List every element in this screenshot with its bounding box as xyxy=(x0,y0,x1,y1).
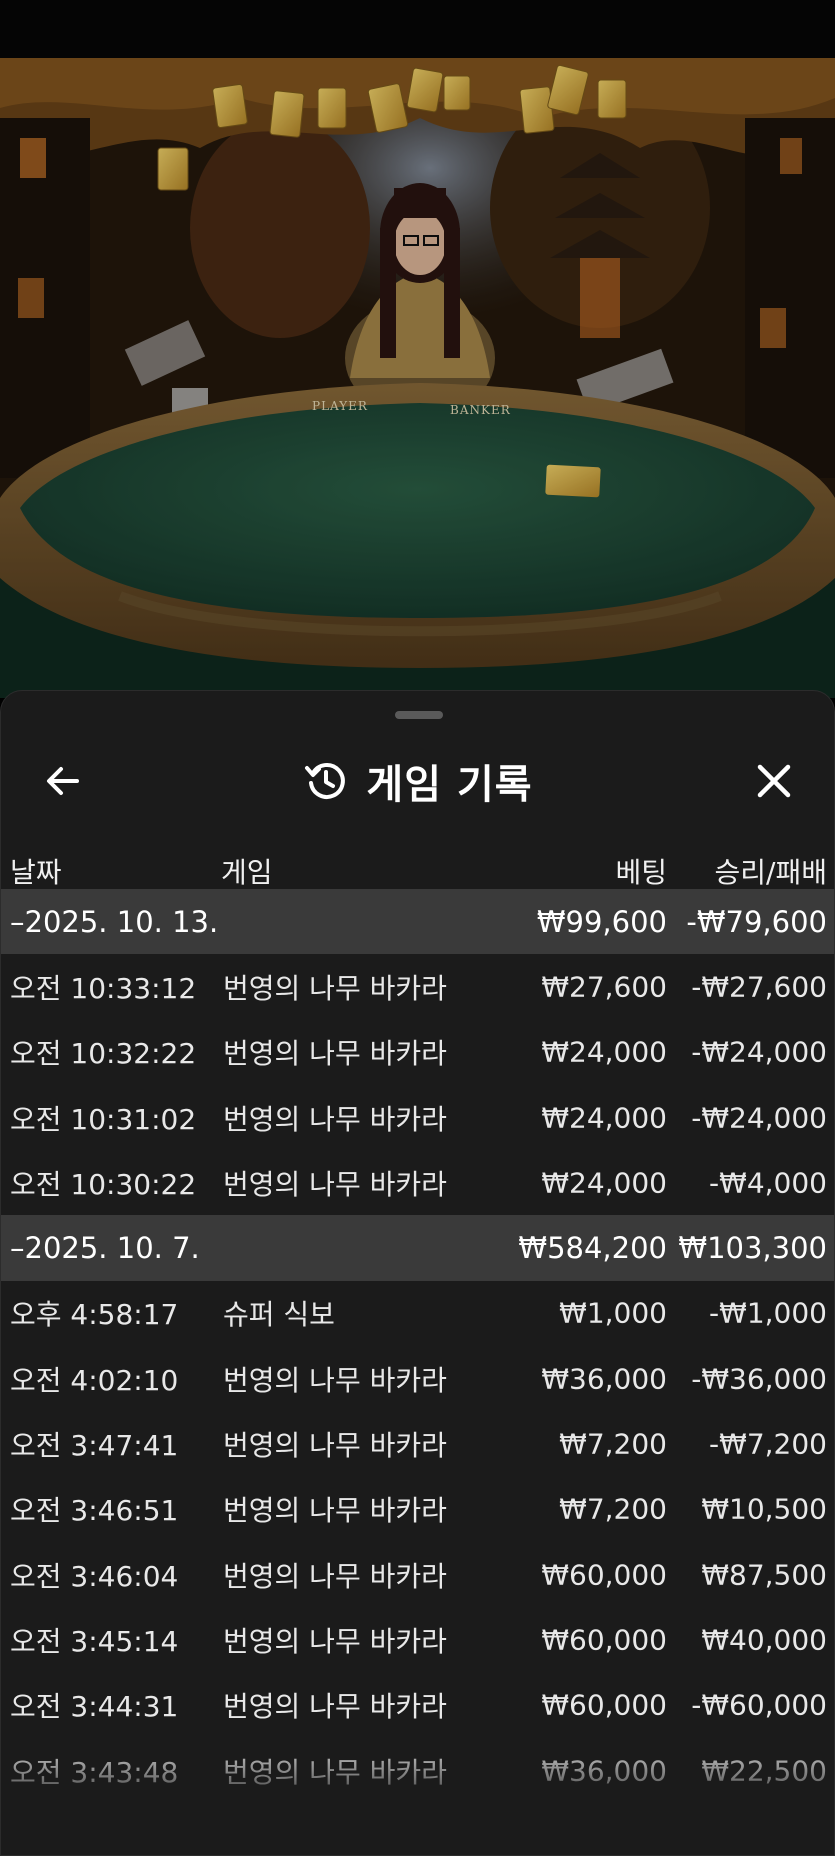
table-row[interactable]: 오전 10:33:12 번영의 나무 바카라 ₩27,600 -₩27,600 xyxy=(1,954,834,1019)
row-result: -₩24,000 xyxy=(691,1101,827,1135)
table-row[interactable]: 오후 4:58:17 슈퍼 식보 ₩1,000 -₩1,000 xyxy=(1,1281,834,1346)
row-result: ₩87,500 xyxy=(701,1558,827,1592)
row-time: 오전 3:46:04 xyxy=(10,1559,179,1593)
row-time: 오후 4:58:17 xyxy=(10,1298,179,1332)
row-result: -₩27,600 xyxy=(691,970,827,1004)
row-result: ₩22,500 xyxy=(701,1754,827,1787)
row-game: 번영의 나무 바카라 xyxy=(223,1559,447,1593)
column-header-result[interactable]: 승리/패배 xyxy=(715,851,827,891)
page-title: 게임 기록 xyxy=(366,762,533,808)
row-bet: ₩7,200 xyxy=(559,1492,667,1526)
row-result: -₩60,000 xyxy=(691,1688,827,1722)
row-bet: ₩27,600 xyxy=(541,970,667,1004)
table-row[interactable]: 오전 10:32:22 번영의 나무 바카라 ₩24,000 -₩24,000 xyxy=(1,1020,834,1085)
row-time: 오전 10:33:12 xyxy=(10,971,197,1005)
row-time: 오전 3:47:41 xyxy=(10,1429,179,1463)
row-game: 번영의 나무 바카라 xyxy=(223,1624,447,1658)
row-game: 번영의 나무 바카라 xyxy=(223,1755,447,1789)
table-row[interactable]: 오전 3:47:41 번영의 나무 바카라 ₩7,200 -₩7,200 xyxy=(1,1411,834,1476)
row-game: 번영의 나무 바카라 xyxy=(223,1037,447,1071)
row-bet: ₩36,000 xyxy=(541,1362,667,1396)
row-game: 번영의 나무 바카라 xyxy=(223,1690,447,1724)
row-result: -₩1,000 xyxy=(709,1296,827,1330)
close-icon xyxy=(757,764,791,798)
column-header-date[interactable]: 날짜 xyxy=(10,851,62,891)
row-bet: ₩36,000 xyxy=(541,1754,667,1787)
sheet-drag-handle[interactable] xyxy=(395,711,443,719)
row-game: 번영의 나무 바카라 xyxy=(223,1363,447,1397)
row-bet: ₩7,200 xyxy=(559,1427,667,1461)
table-row[interactable]: 오전 3:43:48 번영의 나무 바카라 ₩36,000 ₩22,500 xyxy=(1,1738,834,1803)
row-game: 번영의 나무 바카라 xyxy=(223,1167,447,1201)
group-result-total: ₩103,300 xyxy=(678,1231,827,1266)
live-dealer-video[interactable]: PLAYER BANKER xyxy=(0,58,835,698)
row-result: ₩40,000 xyxy=(701,1623,827,1657)
row-time: 오전 10:30:22 xyxy=(10,1167,197,1201)
table-row[interactable]: 오전 3:46:51 번영의 나무 바카라 ₩7,200 ₩10,500 xyxy=(1,1477,834,1542)
table-row[interactable]: 오전 3:45:14 번영의 나무 바카라 ₩60,000 ₩40,000 xyxy=(1,1607,834,1672)
group-result-total: -₩79,600 xyxy=(686,904,827,939)
row-time: 오전 4:02:10 xyxy=(10,1363,179,1397)
top-status-strip xyxy=(0,0,835,58)
table-row[interactable]: 오전 3:46:04 번영의 나무 바카라 ₩60,000 ₩87,500 xyxy=(1,1542,834,1607)
table-row[interactable]: 오전 3:44:31 번영의 나무 바카라 ₩60,000 -₩60,000 xyxy=(1,1673,834,1738)
game-history-sheet: 게임 기록 날짜 게임 베팅 승리/패배 –2025. 10. 13. ₩99,6… xyxy=(0,690,835,1856)
row-bet: ₩24,000 xyxy=(541,1035,667,1069)
group-date: –2025. 10. 13. xyxy=(10,904,219,939)
row-bet: ₩1,000 xyxy=(559,1296,667,1330)
row-result: -₩4,000 xyxy=(709,1166,827,1200)
group-bet-total: ₩584,200 xyxy=(518,1231,667,1266)
row-time: 오전 3:44:31 xyxy=(10,1690,179,1724)
date-group-header[interactable]: –2025. 10. 7. ₩584,200 ₩103,300 xyxy=(1,1215,834,1281)
row-result: -₩36,000 xyxy=(691,1362,827,1396)
row-time: 오전 3:46:51 xyxy=(10,1494,179,1528)
close-button[interactable] xyxy=(742,749,806,813)
group-bet-total: ₩99,600 xyxy=(536,904,667,939)
column-header-game[interactable]: 게임 xyxy=(221,851,273,891)
row-game: 번영의 나무 바카라 xyxy=(223,1494,447,1528)
group-date: –2025. 10. 7. xyxy=(10,1231,200,1266)
row-bet: ₩60,000 xyxy=(541,1558,667,1592)
table-row[interactable]: 오전 10:30:22 번영의 나무 바카라 ₩24,000 -₩4,000 xyxy=(1,1150,834,1215)
row-result: -₩24,000 xyxy=(691,1035,827,1069)
row-game: 번영의 나무 바카라 xyxy=(223,1102,447,1136)
row-time: 오전 10:31:02 xyxy=(10,1102,197,1136)
row-bet: ₩24,000 xyxy=(541,1101,667,1135)
baccarat-table-scene: PLAYER BANKER xyxy=(0,58,835,698)
sheet-header: 게임 기록 xyxy=(1,731,834,831)
row-bet: ₩60,000 xyxy=(541,1623,667,1657)
row-result: ₩10,500 xyxy=(701,1492,827,1526)
row-game: 번영의 나무 바카라 xyxy=(223,971,447,1005)
title-group: 게임 기록 xyxy=(1,749,834,813)
date-group-header[interactable]: –2025. 10. 13. ₩99,600 -₩79,600 xyxy=(1,889,834,955)
row-time: 오전 3:45:14 xyxy=(10,1624,179,1658)
table-row[interactable]: 오전 4:02:10 번영의 나무 바카라 ₩36,000 -₩36,000 xyxy=(1,1346,834,1411)
row-time: 오전 3:43:48 xyxy=(10,1755,179,1789)
history-clock-icon xyxy=(305,762,346,799)
row-bet: ₩24,000 xyxy=(541,1166,667,1200)
row-bet: ₩60,000 xyxy=(541,1688,667,1722)
row-time: 오전 10:32:22 xyxy=(10,1037,197,1071)
row-game: 슈퍼 식보 xyxy=(223,1298,335,1332)
history-table: –2025. 10. 13. ₩99,600 -₩79,600 오전 10:33:12… xyxy=(1,889,834,1803)
row-result: -₩7,200 xyxy=(709,1427,827,1461)
table-row[interactable]: 오전 10:31:02 번영의 나무 바카라 ₩24,000 -₩24,000 xyxy=(1,1085,834,1150)
column-header-bet[interactable]: 베팅 xyxy=(615,851,667,891)
row-game: 번영의 나무 바카라 xyxy=(223,1429,447,1463)
